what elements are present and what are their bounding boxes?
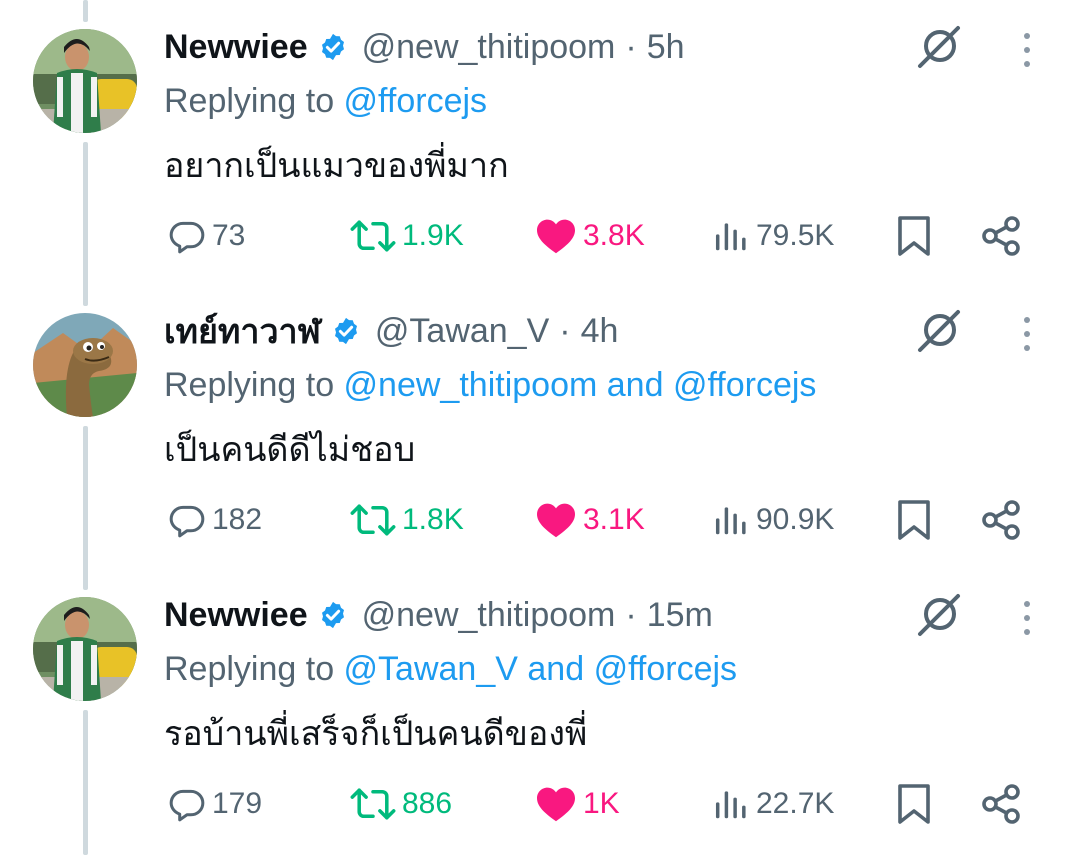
mention-link[interactable]: @fforcejs [594,650,738,688]
more-options-icon[interactable] [1014,314,1040,354]
user-handle[interactable]: @new_thitipoom [362,28,616,67]
user-handle[interactable]: @Tawan_V [375,312,549,351]
like-count: 3.1K [583,503,645,536]
retweet-count: 886 [402,787,453,820]
mention-link[interactable]: @fforcejs [673,366,817,404]
retweet-button[interactable]: 1.9K [350,210,464,262]
share-icon[interactable] [978,780,1026,828]
separator-dot: · [625,595,637,634]
replying-to: Replying to @Tawan_V and @fforcejs [164,650,737,689]
tweet-text: เป็นคนดีดีไม่ชอบ [164,431,416,469]
tweet-3[interactable]: Newwiee @new_thitipoom · 15m Replying to… [0,568,1078,852]
reply-count: 179 [212,787,263,820]
mention-link[interactable]: @Tawan_V [344,650,518,688]
timestamp[interactable]: 5h [647,28,685,67]
replying-to: Replying to @fforcejs [164,82,487,121]
like-count: 1K [583,787,620,820]
tweet-2[interactable]: เทย์ทาวาฬ @Tawan_V · 4h Replying to @new… [0,284,1078,568]
retweet-button[interactable]: 1.8K [350,494,464,546]
separator-dot: · [625,27,637,66]
grok-icon[interactable] [916,24,962,70]
share-icon[interactable] [978,212,1026,260]
display-name[interactable]: Newwiee [164,28,308,67]
share-icon[interactable] [978,496,1026,544]
reply-button[interactable]: 182 [168,494,262,546]
verified-badge-icon[interactable] [318,600,348,630]
like-button[interactable]: 1K [535,778,620,830]
reply-count: 73 [212,219,246,252]
tweet-header: Newwiee @new_thitipoom · 15m [164,594,713,636]
retweet-count: 1.9K [402,219,464,252]
timestamp[interactable]: 4h [581,312,619,351]
heart-icon [537,787,575,822]
retweet-icon [350,504,396,536]
tweet-header: เทย์ทาวาฬ @Tawan_V · 4h [164,310,618,352]
mention-joiner: and [597,366,673,404]
bookmark-icon[interactable] [890,780,938,828]
like-button[interactable]: 3.1K [535,494,645,546]
more-options-icon[interactable] [1014,598,1040,638]
views-chart-icon [715,223,746,251]
views-chart-icon [715,507,746,535]
retweet-icon [350,220,396,252]
mention-link[interactable]: @fforcejs [344,82,488,120]
timestamp[interactable]: 15m [647,596,713,635]
replying-prefix: Replying to [164,650,344,688]
tweet-1[interactable]: Newwiee @new_thitipoom · 5h Replying to … [0,0,1078,284]
bookmark-icon[interactable] [890,212,938,260]
reply-count: 182 [212,503,263,536]
retweet-count: 1.8K [402,503,464,536]
views-button[interactable]: 90.9K [712,494,834,546]
heart-icon [537,219,575,254]
mention-joiner: and [517,650,594,688]
like-count: 3.8K [583,219,645,252]
tweet-header: Newwiee @new_thitipoom · 5h [164,26,685,68]
reply-icon [169,221,205,254]
bookmark-icon[interactable] [890,496,938,544]
heart-icon [537,503,575,538]
grok-icon[interactable] [916,308,962,354]
grok-icon[interactable] [916,592,962,638]
person-portrait-avatar [33,597,137,701]
like-button[interactable]: 3.8K [535,210,645,262]
retweet-button[interactable]: 886 [350,778,452,830]
views-button[interactable]: 79.5K [712,210,834,262]
reply-button[interactable]: 73 [168,210,245,262]
person-portrait-avatar [33,29,137,133]
retweet-icon [350,788,396,820]
views-chart-icon [715,791,746,819]
views-button[interactable]: 22.7K [712,778,834,830]
more-options-icon[interactable] [1014,30,1040,70]
reply-button[interactable]: 179 [168,778,262,830]
verified-badge-icon[interactable] [331,316,361,346]
reply-icon [169,505,205,538]
view-count: 90.9K [756,503,835,536]
avatar[interactable] [33,29,137,133]
replying-prefix: Replying to [164,82,344,120]
mention-link[interactable]: @new_thitipoom [344,366,598,404]
reply-icon [169,789,205,822]
view-count: 22.7K [756,787,835,820]
replying-prefix: Replying to [164,366,344,404]
user-handle[interactable]: @new_thitipoom [362,596,616,635]
display-name[interactable]: เทย์ทาวาฬ [164,304,321,358]
display-name[interactable]: Newwiee [164,596,308,635]
avatar[interactable] [33,597,137,701]
view-count: 79.5K [756,219,835,252]
tweet-text: รอบ้านพี่เสร็จก็เป็นคนดีของพี่ [164,715,588,753]
tweet-text: อยากเป็นแมวของพี่มาก [164,147,509,185]
dinosaur-cartoon-avatar [33,313,137,417]
avatar[interactable] [33,313,137,417]
separator-dot: · [559,311,571,350]
replying-to: Replying to @new_thitipoom and @fforcejs [164,366,816,405]
verified-badge-icon[interactable] [318,32,348,62]
